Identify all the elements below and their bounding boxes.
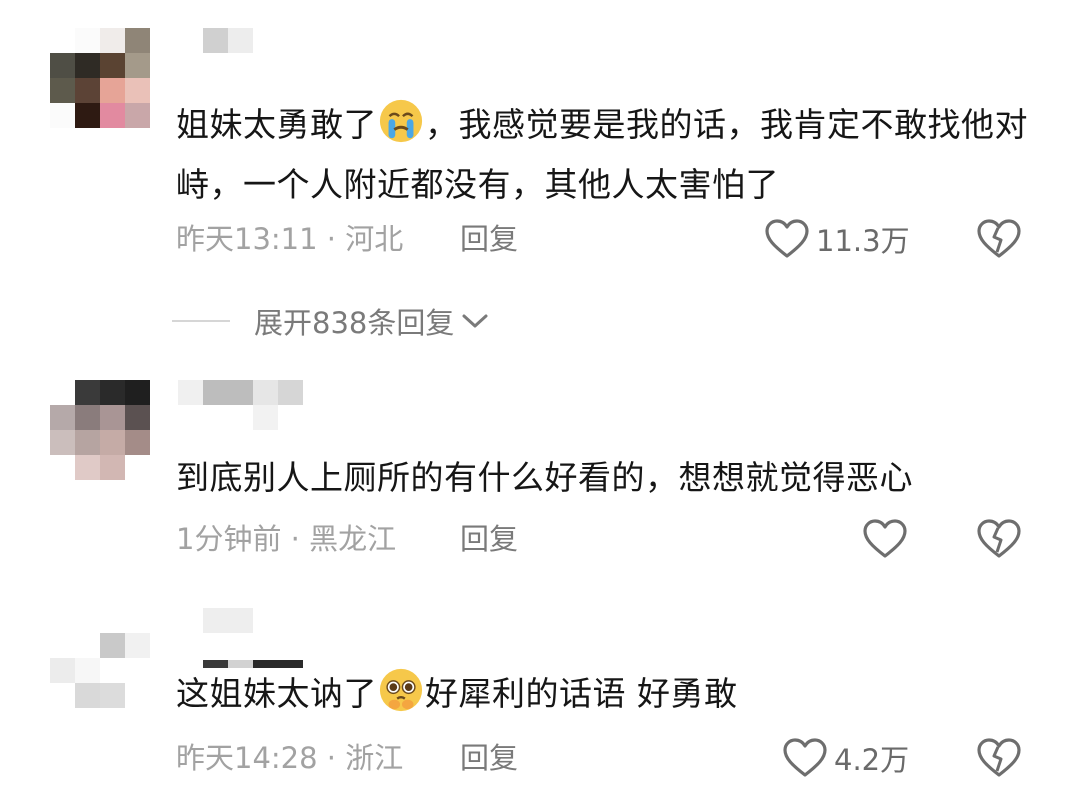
dislike-button[interactable]	[976, 514, 1024, 564]
dislike-button[interactable]	[976, 214, 1024, 264]
broken-heart-icon	[977, 519, 1021, 558]
heart-icon	[765, 219, 809, 258]
avatar[interactable]	[50, 28, 150, 128]
dislike-button[interactable]	[976, 733, 1024, 783]
broken-heart-icon	[977, 219, 1021, 258]
comment-meta: 1分钟前 · 黑龙江	[176, 522, 397, 556]
avatar[interactable]	[50, 380, 150, 480]
broken-heart-icon	[977, 738, 1021, 777]
chevron-down-icon	[462, 314, 488, 328]
expand-replies[interactable]: 展开838条回复	[172, 296, 490, 346]
like-button[interactable]: 11.3万	[764, 214, 910, 264]
divider	[172, 320, 230, 322]
reply-button[interactable]: 回复	[460, 733, 518, 783]
comment-meta: 昨天14:28 · 浙江	[176, 741, 404, 775]
reply-button[interactable]: 回复	[460, 214, 518, 264]
comment-text: 到底别人上厕所的有什么好看的，想想就觉得恶心	[176, 458, 913, 497]
like-button[interactable]	[862, 514, 914, 564]
heart-icon	[783, 738, 827, 777]
expand-replies-label: 展开838条回复	[254, 306, 455, 340]
pleading-emoji-icon	[379, 668, 423, 712]
avatar[interactable]	[50, 608, 150, 708]
like-count: 11.3万	[816, 224, 910, 258]
comment-text: 这姐妹太讷了 好犀利的话语 好勇敢	[176, 664, 1046, 724]
reply-button[interactable]: 回复	[460, 514, 518, 564]
heart-icon	[863, 519, 907, 558]
crying-emoji-icon	[379, 99, 423, 143]
comment-text: 姐妹太勇敢了 ，我感觉要是我的话，我肯定不敢找他对峙，一个人附近都没有，其他人太…	[176, 95, 1046, 215]
like-count: 4.2万	[834, 743, 910, 777]
comment-meta: 昨天13:11 · 河北	[176, 222, 404, 256]
like-button[interactable]: 4.2万	[782, 733, 909, 783]
